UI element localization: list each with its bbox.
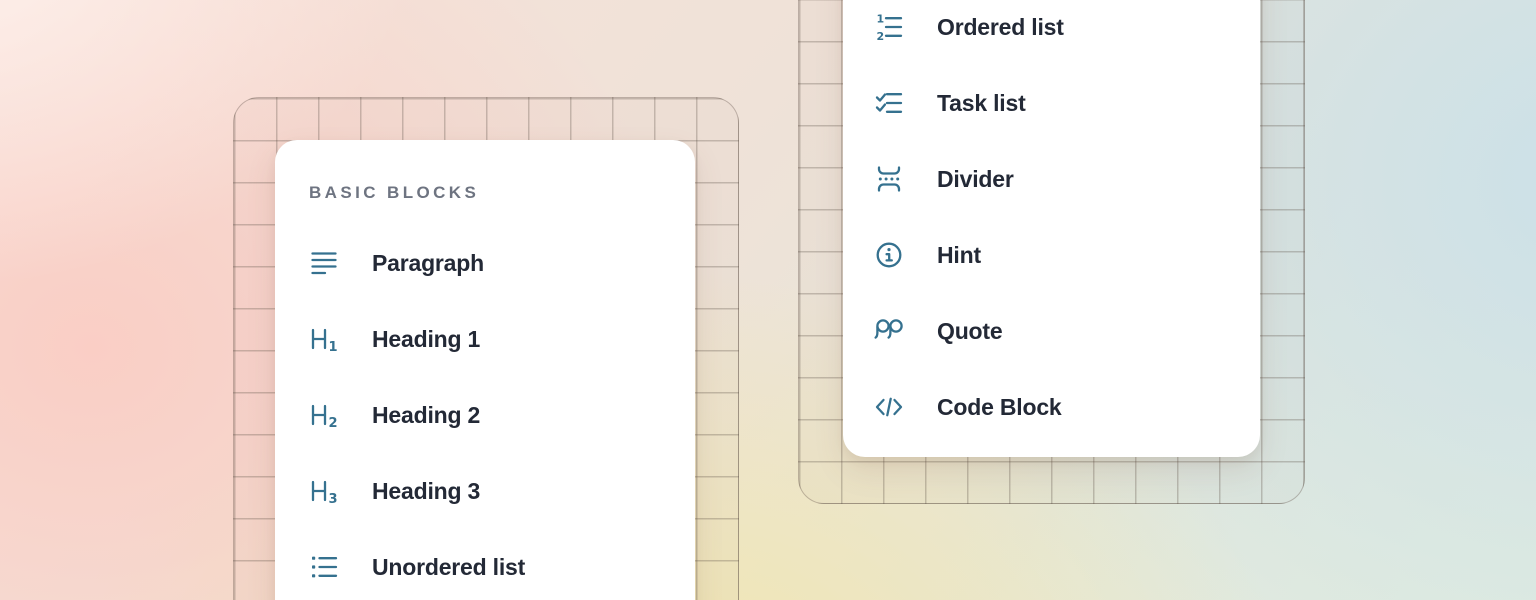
heading-3-icon: 3 <box>309 476 339 506</box>
svg-text:1: 1 <box>329 340 338 354</box>
menu-item-heading-1[interactable]: 1 Heading 1 <box>309 301 695 377</box>
svg-text:2: 2 <box>877 30 885 42</box>
divider-icon <box>874 164 904 194</box>
task-list-icon <box>874 88 904 118</box>
menu-item-task-list[interactable]: Task list <box>874 65 1260 141</box>
heading-2-icon: 2 <box>309 400 339 430</box>
menu-item-label: Code Block <box>937 394 1062 421</box>
svg-text:3: 3 <box>329 492 338 506</box>
menu-item-ordered-list[interactable]: 1 2 Ordered list <box>874 0 1260 65</box>
menu-item-divider[interactable]: Divider <box>874 141 1260 217</box>
menu-item-label: Heading 1 <box>372 326 480 353</box>
basic-blocks-menu: BASIC BLOCKS Paragraph 1 <box>275 140 695 600</box>
menu-item-label: Hint <box>937 242 981 269</box>
menu-item-label: Unordered list <box>372 554 525 581</box>
menu-list: 1 2 Ordered list <box>874 0 1260 445</box>
menu-item-heading-2[interactable]: 2 Heading 2 <box>309 377 695 453</box>
menu-item-quote[interactable]: Quote <box>874 293 1260 369</box>
menu-list: Paragraph 1 Heading 1 2 <box>309 225 695 600</box>
svg-text:1: 1 <box>877 13 885 26</box>
ordered-list-icon: 1 2 <box>874 12 904 42</box>
quote-icon <box>874 316 904 346</box>
menu-item-label: Divider <box>937 166 1014 193</box>
menu-item-label: Heading 3 <box>372 478 480 505</box>
svg-text:2: 2 <box>329 416 338 430</box>
menu-item-label: Ordered list <box>937 14 1064 41</box>
menu-item-paragraph[interactable]: Paragraph <box>309 225 695 301</box>
blocks-menu-continued: 1 2 Ordered list <box>843 0 1260 457</box>
menu-item-label: Quote <box>937 318 1002 345</box>
menu-item-heading-3[interactable]: 3 Heading 3 <box>309 453 695 529</box>
unordered-list-icon <box>309 552 339 582</box>
section-header: BASIC BLOCKS <box>309 176 695 210</box>
menu-item-code-block[interactable]: Code Block <box>874 369 1260 445</box>
menu-item-label: Task list <box>937 90 1026 117</box>
menu-item-label: Heading 2 <box>372 402 480 429</box>
menu-item-unordered-list[interactable]: Unordered list <box>309 529 695 600</box>
hint-icon <box>874 240 904 270</box>
code-block-icon <box>874 392 904 422</box>
heading-1-icon: 1 <box>309 324 339 354</box>
menu-item-hint[interactable]: Hint <box>874 217 1260 293</box>
paragraph-icon <box>309 248 339 278</box>
editor-insert-menu-illustration: BASIC BLOCKS Paragraph 1 <box>0 0 1536 600</box>
menu-item-label: Paragraph <box>372 250 484 277</box>
